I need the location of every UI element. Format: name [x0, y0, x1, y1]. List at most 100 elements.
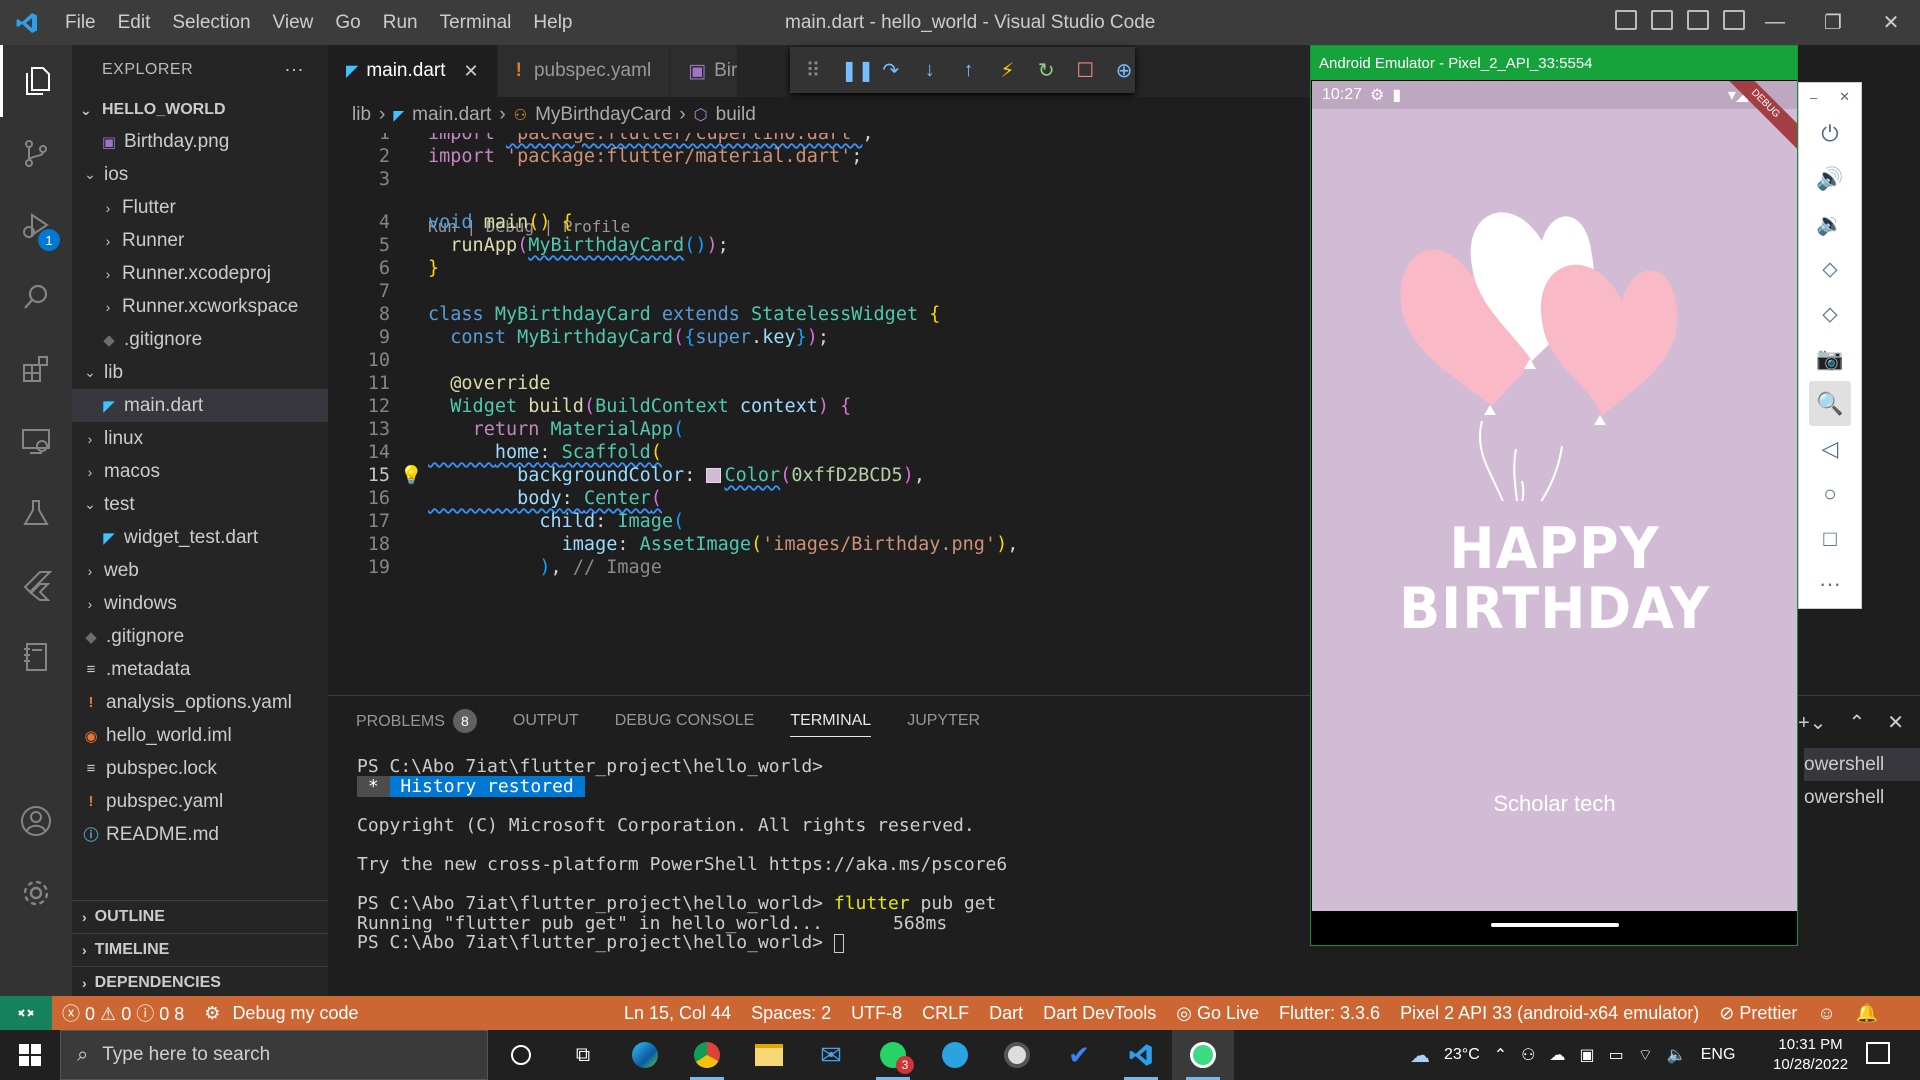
- file-explorer-icon[interactable]: [738, 1030, 800, 1080]
- problems-status[interactable]: ⓧ 0 ⚠ 0 ⓘ 0 8: [52, 1000, 194, 1026]
- minimize-icon[interactable]: –: [1810, 90, 1817, 105]
- lightbulb-icon[interactable]: 💡: [400, 465, 422, 486]
- breadcrumb-class[interactable]: MyBirthdayCard: [535, 104, 671, 126]
- volume-icon[interactable]: 🔈: [1667, 1045, 1687, 1065]
- vscode-taskbar-icon[interactable]: [1110, 1030, 1172, 1080]
- notebook-icon[interactable]: [0, 621, 72, 693]
- task-view-icon[interactable]: ⧉: [552, 1030, 614, 1080]
- menu-selection[interactable]: Selection: [161, 12, 261, 34]
- cursor-position[interactable]: Ln 15, Col 44: [614, 1003, 741, 1024]
- close-icon[interactable]: ✕: [1839, 89, 1850, 105]
- cortana-icon[interactable]: [490, 1030, 552, 1080]
- tree-item[interactable]: › Flutter: [72, 191, 328, 224]
- tree-item[interactable]: ⌄ lib: [72, 356, 328, 389]
- timeline-section[interactable]: › TIMELINE: [72, 933, 328, 966]
- restart-icon[interactable]: ↻: [1035, 58, 1057, 83]
- search-icon[interactable]: [0, 261, 72, 333]
- tab-birthday-png[interactable]: ▣ Bir: [670, 45, 739, 97]
- tree-item[interactable]: ◉ hello_world.iml: [72, 719, 328, 752]
- telegram-icon[interactable]: [924, 1030, 986, 1080]
- close-tab-icon[interactable]: ✕: [464, 61, 479, 82]
- terminal-instance[interactable]: owershell: [1804, 781, 1920, 814]
- tree-item[interactable]: ⌄ test: [72, 488, 328, 521]
- testing-icon[interactable]: [0, 477, 72, 549]
- overview-icon[interactable]: □: [1799, 516, 1861, 561]
- restore-button[interactable]: ❐: [1804, 0, 1862, 45]
- step-out-icon[interactable]: ↑: [958, 59, 980, 82]
- feedback-icon[interactable]: ☺: [1807, 1003, 1845, 1024]
- menu-terminal[interactable]: Terminal: [429, 12, 523, 34]
- outline-section[interactable]: › OUTLINE: [72, 900, 328, 933]
- dart-devtools[interactable]: Dart DevTools: [1033, 1003, 1166, 1024]
- tree-item[interactable]: ≡ pubspec.lock: [72, 752, 328, 785]
- devtools-icon[interactable]: ⊕: [1113, 58, 1135, 83]
- close-window-button[interactable]: ✕: [1862, 0, 1920, 45]
- hot-reload-icon[interactable]: ⚡: [997, 58, 1019, 83]
- tree-item[interactable]: ◤ main.dart: [72, 389, 328, 422]
- customize-layout-icon[interactable]: [1723, 10, 1745, 30]
- tree-item[interactable]: › macos: [72, 455, 328, 488]
- weather-icon[interactable]: ☁: [1410, 1043, 1430, 1068]
- flutter-version[interactable]: Flutter: 3.3.6: [1269, 1003, 1390, 1024]
- power-icon[interactable]: ⏻: [1799, 111, 1861, 156]
- zoom-icon[interactable]: 🔍: [1809, 381, 1851, 426]
- explorer-icon[interactable]: [0, 45, 72, 117]
- language-mode[interactable]: Dart: [979, 1003, 1033, 1024]
- extensions-icon[interactable]: [0, 333, 72, 405]
- whatsapp-icon[interactable]: 3: [862, 1030, 924, 1080]
- windows-start-icon[interactable]: [0, 1030, 60, 1080]
- taskbar-search[interactable]: ⌕ Type here to search: [60, 1030, 488, 1080]
- dependencies-section[interactable]: › DEPENDENCIES: [72, 966, 328, 996]
- indentation[interactable]: Spaces: 2: [741, 1003, 841, 1024]
- remote-indicator-icon[interactable]: [0, 996, 52, 1030]
- step-over-icon[interactable]: ↷: [880, 58, 902, 83]
- remote-explorer-icon[interactable]: [0, 405, 72, 477]
- breadcrumb-method[interactable]: build: [716, 104, 756, 126]
- project-folder[interactable]: ⌄ HELLO_WORLD: [72, 95, 328, 125]
- toggle-secondary-sidebar-icon[interactable]: [1687, 10, 1709, 30]
- onedrive-icon[interactable]: ☁: [1550, 1045, 1566, 1065]
- go-live[interactable]: ◎ Go Live: [1166, 1003, 1269, 1024]
- debug-status[interactable]: ⚙ Debug my code: [194, 1003, 368, 1024]
- battery-icon[interactable]: ▭: [1609, 1045, 1624, 1065]
- drag-handle-icon[interactable]: ⠿: [802, 58, 824, 83]
- back-icon[interactable]: ◁: [1799, 426, 1861, 471]
- taskbar-clock[interactable]: 10:31 PM 10/28/2022: [1773, 1035, 1848, 1075]
- tree-item[interactable]: › Runner.xcodeproj: [72, 257, 328, 290]
- tray-monitor-icon[interactable]: ▣: [1580, 1045, 1595, 1065]
- stop-icon[interactable]: ☐: [1074, 58, 1096, 83]
- emulator-screen[interactable]: 10:27 ⚙ ▮ ▾◢▮ DEBUG HAPPY BIRTHDAY Schol…: [1312, 81, 1797, 911]
- tree-item[interactable]: ◤ widget_test.dart: [72, 521, 328, 554]
- weather-temp[interactable]: 23°C: [1444, 1046, 1480, 1064]
- breadcrumb-lib[interactable]: lib: [352, 104, 371, 126]
- close-panel-icon[interactable]: ✕: [1887, 710, 1904, 735]
- source-control-icon[interactable]: [0, 117, 72, 189]
- pause-icon[interactable]: ❚❚: [841, 58, 875, 83]
- code-editor[interactable]: Run | Debug | Profile 1 import 'package:f…: [328, 133, 1310, 695]
- tray-chevron-icon[interactable]: ⌃: [1494, 1045, 1507, 1065]
- network-icon[interactable]: ⌔: [1638, 1045, 1653, 1065]
- menu-run[interactable]: Run: [372, 12, 429, 34]
- tree-item[interactable]: ! pubspec.yaml: [72, 785, 328, 818]
- camera-icon[interactable]: 📷: [1799, 336, 1861, 381]
- tab-problems[interactable]: PROBLEMS 8: [356, 709, 477, 733]
- accounts-icon[interactable]: [0, 785, 72, 857]
- device-selector[interactable]: Pixel 2 API 33 (android-x64 emulator): [1390, 1003, 1709, 1024]
- volume-down-icon[interactable]: 🔉: [1799, 201, 1861, 246]
- rotate-left-icon[interactable]: ⬦: [1799, 246, 1861, 291]
- menu-edit[interactable]: Edit: [107, 12, 162, 34]
- notifications-bell-icon[interactable]: 🔔: [1846, 1003, 1888, 1024]
- terminal-instance[interactable]: owershell: [1804, 748, 1920, 781]
- todo-icon[interactable]: ✔: [1048, 1030, 1110, 1080]
- tree-item[interactable]: ⓘ README.md: [72, 818, 328, 851]
- tree-item[interactable]: › Runner.xcworkspace: [72, 290, 328, 323]
- menu-go[interactable]: Go: [324, 12, 371, 34]
- rotate-right-icon[interactable]: ⬦: [1799, 291, 1861, 336]
- encoding[interactable]: UTF-8: [841, 1003, 912, 1024]
- more-icon[interactable]: ···: [1799, 561, 1861, 606]
- home-gesture-handle[interactable]: [1491, 923, 1619, 927]
- notification-center-icon[interactable]: [1866, 1042, 1890, 1064]
- tree-item[interactable]: ⌄ ios: [72, 158, 328, 191]
- menu-file[interactable]: File: [54, 12, 107, 34]
- tab-output[interactable]: OUTPUT: [513, 712, 579, 730]
